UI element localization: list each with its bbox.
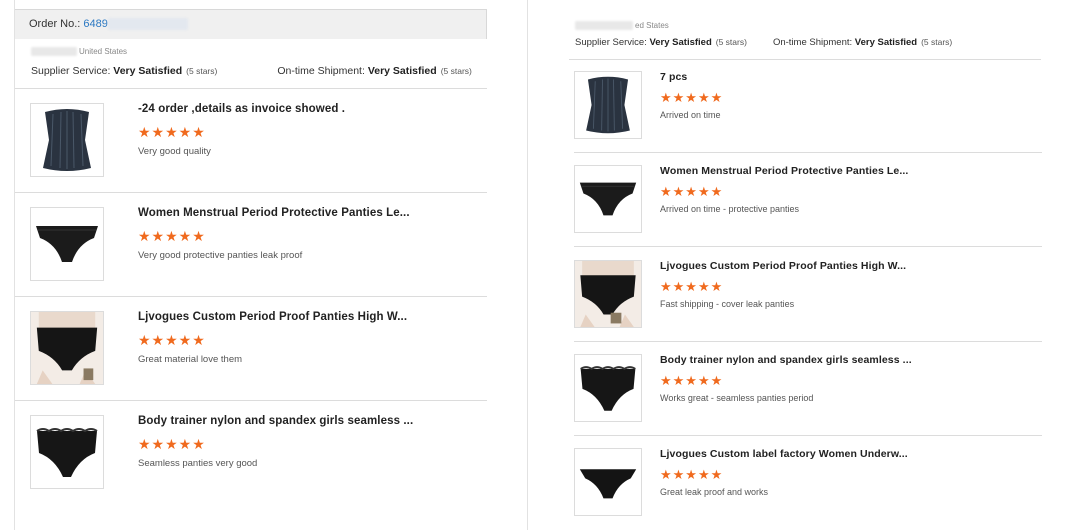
- review-item: Women Menstrual Period Protective Pantie…: [30, 207, 485, 297]
- shop-ratings: Supplier Service: Very Satisfied (5 stars…: [31, 65, 472, 77]
- review-item: Body trainer nylon and spandex girls sea…: [574, 354, 1044, 444]
- highwaist-icon: [31, 312, 103, 384]
- divider: [574, 435, 1042, 436]
- review-comment: Works great - seamless panties period: [660, 393, 814, 403]
- review-item: -24 order ,details as invoice showed . ★…: [30, 103, 485, 193]
- shop-ratings: Supplier Service: Very Satisfied (5 stars…: [575, 37, 953, 48]
- corset-icon: [586, 76, 630, 134]
- right-review-panel: ed States Supplier Service: Very Satisfi…: [527, 0, 1080, 530]
- product-title[interactable]: Body trainer nylon and spandex girls sea…: [660, 354, 912, 366]
- order-number-label: Order No.: 6489: [29, 18, 188, 31]
- review-comment: Fast shipping - cover leak panties: [660, 299, 795, 309]
- lace-brief-icon: [36, 428, 98, 477]
- rating-stars: ★★★★★: [660, 90, 724, 105]
- review-item: Body trainer nylon and spandex girls sea…: [30, 415, 485, 505]
- divider: [15, 296, 487, 297]
- left-review-panel: Order No.: 6489 United States Supplier S…: [14, 0, 487, 530]
- lace-brief-icon: [580, 366, 636, 411]
- review-comment: Seamless panties very good: [138, 458, 258, 469]
- review-comment: Arrived on time - protective panties: [660, 204, 800, 214]
- rating-stars: ★★★★★: [660, 279, 724, 294]
- product-title[interactable]: Body trainer nylon and spandex girls sea…: [138, 415, 413, 427]
- rating-stars: ★★★★★: [660, 184, 724, 199]
- product-thumbnail[interactable]: [574, 448, 642, 516]
- rating-stars: ★★★★★: [138, 332, 206, 348]
- bikini-icon: [579, 469, 637, 499]
- divider: [15, 192, 487, 193]
- brief-icon: [36, 226, 98, 262]
- product-thumbnail[interactable]: [30, 207, 104, 281]
- product-thumbnail[interactable]: [574, 354, 642, 422]
- product-thumbnail[interactable]: [30, 311, 104, 385]
- buyer-location: ed States: [575, 21, 669, 31]
- product-title[interactable]: Women Menstrual Period Protective Pantie…: [660, 165, 908, 177]
- product-thumbnail[interactable]: [574, 165, 642, 233]
- divider: [15, 88, 487, 89]
- review-comment: Very good quality: [138, 146, 211, 157]
- divider: [574, 246, 1042, 247]
- brief-icon: [579, 182, 637, 216]
- rating-stars: ★★★★★: [138, 228, 206, 244]
- divider: [569, 59, 1041, 60]
- buyer-location: United States: [31, 47, 127, 57]
- review-comment: Great leak proof and works: [660, 487, 769, 497]
- review-item: Ljvogues Custom Period Proof Panties Hig…: [574, 260, 1044, 350]
- highwaist-icon: [575, 261, 641, 327]
- review-item: Women Menstrual Period Protective Pantie…: [574, 165, 1044, 255]
- product-title[interactable]: 7 pcs: [660, 71, 687, 83]
- product-thumbnail[interactable]: [574, 71, 642, 139]
- review-comment: Great material love them: [138, 354, 243, 365]
- product-title[interactable]: Ljvogues Custom Period Proof Panties Hig…: [660, 260, 906, 272]
- rating-stars: ★★★★★: [138, 436, 206, 452]
- rating-stars: ★★★★★: [660, 373, 724, 388]
- divider: [574, 341, 1042, 342]
- order-number-link[interactable]: 6489: [83, 18, 188, 31]
- product-title[interactable]: Women Menstrual Period Protective Pantie…: [138, 207, 410, 219]
- review-item: Ljvogues Custom Period Proof Panties Hig…: [30, 311, 485, 401]
- divider: [15, 400, 487, 401]
- rating-stars: ★★★★★: [138, 124, 206, 140]
- order-bar: Order No.: 6489: [15, 9, 487, 39]
- product-title[interactable]: Ljvogues Custom label factory Women Unde…: [660, 448, 908, 460]
- product-thumbnail[interactable]: [30, 415, 104, 489]
- product-thumbnail[interactable]: [30, 103, 104, 177]
- order-label-text: Order No.:: [29, 18, 81, 30]
- rating-stars: ★★★★★: [660, 467, 724, 482]
- review-comment: Very good protective panties leak proof: [138, 250, 303, 261]
- review-comment: Arrived on time: [660, 110, 721, 120]
- product-thumbnail[interactable]: [574, 260, 642, 328]
- product-title[interactable]: Ljvogues Custom Period Proof Panties Hig…: [138, 311, 407, 323]
- review-item: 7 pcs ★★★★★ Arrived on time: [574, 71, 1044, 161]
- corset-icon: [43, 109, 91, 171]
- product-title[interactable]: -24 order ,details as invoice showed .: [138, 103, 345, 115]
- review-item: Ljvogues Custom label factory Women Unde…: [574, 448, 1044, 530]
- divider: [574, 152, 1042, 153]
